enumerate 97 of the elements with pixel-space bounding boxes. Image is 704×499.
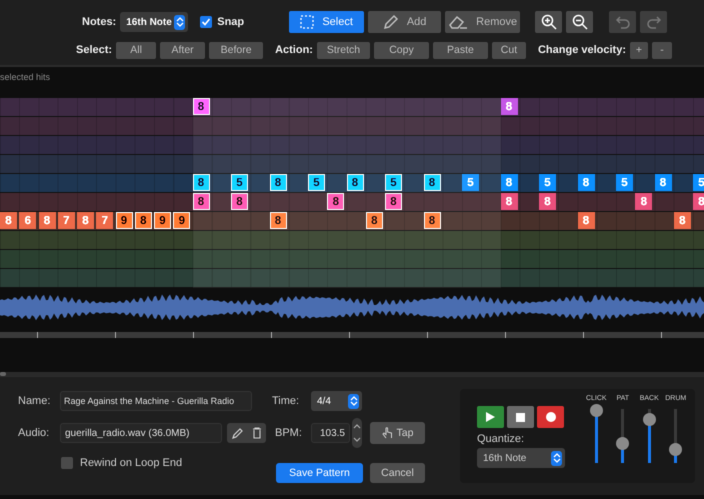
notes-label: Notes: bbox=[82, 16, 116, 28]
save-pattern-button[interactable]: Save Pattern bbox=[276, 463, 363, 483]
record-icon bbox=[546, 412, 556, 422]
drum-hit[interactable]: 5 bbox=[616, 174, 633, 191]
zoom-out-button[interactable] bbox=[566, 11, 594, 33]
quantize-select[interactable]: 16th Note bbox=[477, 448, 565, 468]
drum-hit[interactable]: 8 bbox=[500, 193, 518, 210]
drum-hit[interactable]: 8 bbox=[366, 212, 383, 229]
group-label: Change velocity: bbox=[538, 44, 626, 56]
bpm-label: BPM: bbox=[275, 427, 303, 439]
name-field[interactable]: Rage Against the Machine - Guerilla Radio bbox=[60, 391, 252, 411]
drum-hit[interactable]: 8 bbox=[270, 174, 286, 191]
audio-field[interactable]: guerilla_radio.wav (36.0MB) bbox=[60, 423, 222, 443]
drum-hit[interactable]: 5 bbox=[462, 174, 479, 191]
action-button[interactable]: Copy bbox=[374, 42, 429, 58]
time-select[interactable]: 4/4 bbox=[311, 391, 362, 411]
drum-hit[interactable]: 8 bbox=[192, 174, 210, 191]
zoom-out-icon bbox=[572, 14, 588, 30]
quantize-label: Quantize: bbox=[477, 433, 526, 445]
action-button[interactable]: After bbox=[160, 42, 206, 58]
tap-button[interactable]: Tap bbox=[370, 422, 425, 444]
drum-hit[interactable]: 5 bbox=[231, 174, 248, 191]
rewind-checkbox[interactable] bbox=[61, 457, 73, 469]
drum-hit[interactable]: 8 bbox=[578, 174, 594, 191]
trash-icon[interactable] bbox=[252, 427, 262, 439]
drum-hit[interactable]: 5 bbox=[308, 174, 325, 191]
drum-hit[interactable]: 7 bbox=[58, 212, 75, 229]
rewind-label: Rewind on Loop End bbox=[80, 457, 182, 469]
snap-checkbox[interactable] bbox=[200, 16, 212, 28]
bpm-spinner[interactable] bbox=[352, 418, 362, 448]
name-label: Name: bbox=[18, 395, 52, 407]
eraser-tool-button[interactable]: Remove bbox=[445, 11, 520, 33]
action-button[interactable]: - bbox=[652, 42, 672, 58]
drum-hit[interactable]: 9 bbox=[173, 212, 190, 229]
status-text: selected hits bbox=[0, 71, 52, 84]
spinner-icon bbox=[552, 452, 560, 464]
drum-hit[interactable]: 8 bbox=[654, 174, 672, 191]
bpm-field[interactable]: 103.5 bbox=[311, 423, 350, 443]
drum-lanes[interactable]: 8 8 8 5 8 5 8 5 8 5 8 5 8 5 8 5 8 8 8 8 8 8 8 8 8 6 8 7 8 7 9 8 9 9 8 8 8 8 8 bbox=[0, 98, 704, 288]
hand-icon bbox=[382, 427, 393, 439]
pencil-icon bbox=[382, 14, 399, 30]
action-button[interactable]: Stretch bbox=[316, 42, 370, 58]
pencil-tool-button[interactable]: Add bbox=[368, 11, 442, 33]
drum-hit[interactable]: 8 bbox=[270, 212, 286, 229]
drum-hit[interactable]: 8 bbox=[424, 174, 440, 191]
drum-hit[interactable]: 8 bbox=[693, 193, 704, 210]
drum-hit[interactable]: 8 bbox=[192, 98, 210, 115]
drum-hit[interactable]: 9 bbox=[154, 212, 171, 229]
drum-hit[interactable]: 9 bbox=[116, 212, 132, 229]
drum-hit[interactable]: 8 bbox=[327, 193, 344, 210]
action-button[interactable]: Before bbox=[209, 42, 264, 58]
play-button[interactable] bbox=[477, 406, 504, 428]
drum-hit[interactable]: 5 bbox=[539, 174, 556, 191]
drum-hit[interactable]: 8 bbox=[539, 193, 556, 210]
group-label: Action: bbox=[275, 44, 313, 56]
audio-label: Audio: bbox=[18, 427, 50, 439]
drum-hit[interactable]: 8 bbox=[674, 212, 691, 229]
drum-hit[interactable]: 8 bbox=[38, 212, 56, 229]
drum-hit[interactable]: 6 bbox=[19, 212, 36, 229]
record-button[interactable] bbox=[537, 406, 564, 428]
drum-hit[interactable]: 8 bbox=[231, 193, 248, 210]
undo-icon bbox=[616, 15, 630, 29]
drum-hit[interactable]: 8 bbox=[346, 174, 364, 191]
drum-hit[interactable]: 7 bbox=[96, 212, 114, 229]
drum-hit[interactable]: 8 bbox=[578, 212, 594, 229]
pencil-icon[interactable] bbox=[232, 428, 242, 438]
play-icon bbox=[486, 412, 495, 422]
drum-hit[interactable]: 8 bbox=[385, 193, 402, 210]
drum-hit[interactable]: 8 bbox=[635, 193, 652, 210]
drum-hit[interactable]: 8 bbox=[192, 193, 210, 210]
drum-hit[interactable]: 8 bbox=[500, 174, 518, 191]
drum-hit[interactable]: 8 bbox=[0, 212, 17, 229]
drum-hit[interactable]: 8 bbox=[424, 212, 440, 229]
spinner-icon bbox=[350, 395, 358, 407]
time-label: Time: bbox=[272, 395, 300, 407]
stop-icon bbox=[516, 412, 525, 422]
action-button[interactable]: + bbox=[630, 42, 648, 58]
group-label: Select: bbox=[76, 44, 112, 56]
select-tool-button[interactable]: Select bbox=[289, 11, 364, 33]
zoom-in-icon bbox=[540, 14, 557, 30]
redo-icon bbox=[646, 15, 661, 29]
eraser-icon bbox=[448, 14, 468, 30]
drum-hit[interactable]: 5 bbox=[693, 174, 704, 191]
spinner-icon bbox=[176, 16, 184, 28]
zoom-in-button[interactable] bbox=[535, 11, 562, 33]
drum-hit[interactable]: 8 bbox=[134, 212, 152, 229]
snap-label: Snap bbox=[217, 16, 244, 28]
action-button[interactable]: Cut bbox=[492, 42, 526, 58]
selection-icon bbox=[300, 15, 314, 29]
notes-select[interactable]: 16th Note bbox=[120, 12, 188, 32]
cancel-button[interactable]: Cancel bbox=[370, 463, 425, 483]
drum-hit[interactable]: 5 bbox=[385, 174, 402, 191]
action-button[interactable]: All bbox=[116, 42, 156, 58]
drum-hit[interactable]: 8 bbox=[500, 98, 518, 115]
drum-hit[interactable]: 8 bbox=[77, 212, 94, 229]
action-button[interactable]: Paste bbox=[432, 42, 488, 58]
stop-button[interactable] bbox=[507, 406, 534, 428]
